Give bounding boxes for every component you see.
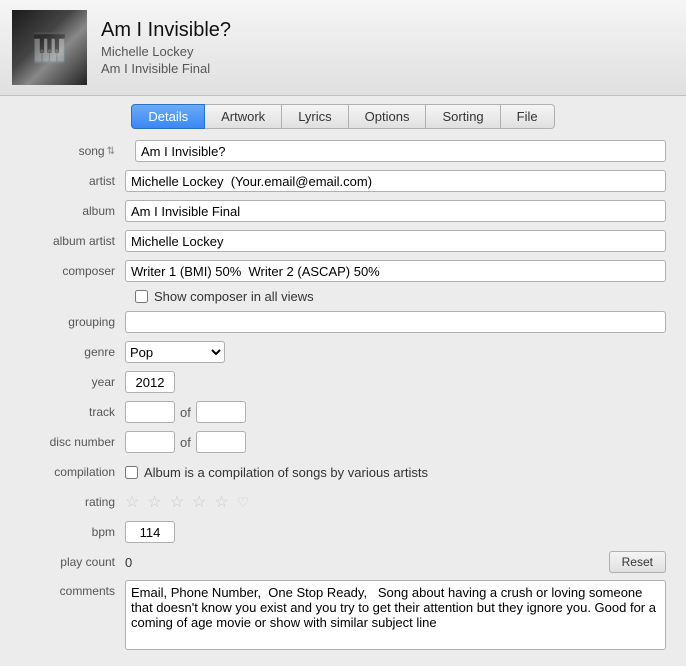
sort-indicator: ⇅ bbox=[107, 146, 115, 157]
heart-icon[interactable]: ♡ bbox=[237, 494, 250, 511]
star-2[interactable]: ☆ bbox=[147, 492, 163, 512]
form-area: song ⇅ artist album album artist compose… bbox=[0, 129, 686, 666]
year-label: year bbox=[20, 375, 125, 389]
album-art-icon: 🎹 bbox=[32, 31, 67, 64]
compilation-row: compilation Album is a compilation of so… bbox=[20, 460, 666, 484]
artist-row: artist bbox=[20, 169, 666, 193]
show-composer-row: Show composer in all views bbox=[20, 289, 666, 304]
rating-label: rating bbox=[20, 495, 125, 509]
grouping-input[interactable] bbox=[125, 311, 666, 333]
composer-row: composer bbox=[20, 259, 666, 283]
compilation-checkbox[interactable] bbox=[125, 466, 138, 479]
header-text: Am I Invisible? Michelle Lockey Am I Inv… bbox=[101, 19, 231, 76]
compilation-label: compilation bbox=[20, 465, 125, 479]
star-3[interactable]: ☆ bbox=[170, 492, 186, 512]
disc-of-input[interactable] bbox=[196, 431, 246, 453]
album-row: album bbox=[20, 199, 666, 223]
star-1[interactable]: ☆ bbox=[125, 492, 141, 512]
header-album: Am I Invisible Final bbox=[101, 61, 231, 76]
compilation-text: Album is a compilation of songs by vario… bbox=[144, 465, 428, 480]
tabs: Details Artwork Lyrics Options Sorting F… bbox=[0, 96, 686, 129]
composer-input[interactable] bbox=[125, 260, 666, 282]
tab-file[interactable]: File bbox=[501, 104, 555, 129]
track-of-input[interactable] bbox=[196, 401, 246, 423]
track-of: of bbox=[180, 405, 191, 420]
tab-lyrics[interactable]: Lyrics bbox=[282, 104, 348, 129]
bpm-input[interactable] bbox=[125, 521, 175, 543]
genre-row: genre Pop Rock Jazz Classical Country Hi… bbox=[20, 340, 666, 364]
tab-artwork[interactable]: Artwork bbox=[205, 104, 282, 129]
disc-of: of bbox=[180, 435, 191, 450]
artist-label: artist bbox=[20, 174, 125, 188]
reset-button[interactable]: Reset bbox=[609, 551, 666, 573]
bpm-row: bpm bbox=[20, 520, 666, 544]
play-count-value: 0 bbox=[125, 555, 609, 570]
rating-row: rating ☆ ☆ ☆ ☆ ☆ ♡ bbox=[20, 490, 666, 514]
show-composer-label: Show composer in all views bbox=[154, 289, 314, 304]
artist-input[interactable] bbox=[125, 170, 666, 192]
album-artist-row: album artist bbox=[20, 229, 666, 253]
track-row: track of bbox=[20, 400, 666, 424]
song-input[interactable] bbox=[135, 140, 666, 162]
year-row: year bbox=[20, 370, 666, 394]
song-label: song bbox=[79, 144, 105, 158]
album-input[interactable] bbox=[125, 200, 666, 222]
album-label: album bbox=[20, 204, 125, 218]
composer-label: composer bbox=[20, 264, 125, 278]
genre-label: genre bbox=[20, 345, 125, 359]
year-input[interactable] bbox=[125, 371, 175, 393]
album-artist-label: album artist bbox=[20, 234, 125, 248]
grouping-row: grouping bbox=[20, 310, 666, 334]
header-artist: Michelle Lockey bbox=[101, 44, 231, 59]
disc-number-input[interactable] bbox=[125, 431, 175, 453]
play-count-row: play count 0 Reset bbox=[20, 550, 666, 574]
star-5[interactable]: ☆ bbox=[214, 492, 230, 512]
grouping-label: grouping bbox=[20, 315, 125, 329]
tab-options[interactable]: Options bbox=[349, 104, 427, 129]
show-composer-checkbox[interactable] bbox=[135, 290, 148, 303]
header-title: Am I Invisible? bbox=[101, 19, 231, 42]
comments-label: comments bbox=[20, 580, 125, 598]
album-artist-input[interactable] bbox=[125, 230, 666, 252]
track-input[interactable] bbox=[125, 401, 175, 423]
song-row: song ⇅ bbox=[20, 139, 666, 163]
track-label: track bbox=[20, 405, 125, 419]
rating-control[interactable]: ☆ ☆ ☆ ☆ ☆ ♡ bbox=[125, 492, 249, 512]
play-count-label: play count bbox=[20, 555, 125, 569]
header: 🎹 Am I Invisible? Michelle Lockey Am I I… bbox=[0, 0, 686, 96]
album-art: 🎹 bbox=[12, 10, 87, 85]
genre-select[interactable]: Pop Rock Jazz Classical Country Hip-Hop … bbox=[125, 341, 225, 363]
disc-number-label: disc number bbox=[20, 435, 125, 449]
disc-number-row: disc number of bbox=[20, 430, 666, 454]
bpm-label: bpm bbox=[20, 525, 125, 539]
tab-sorting[interactable]: Sorting bbox=[426, 104, 500, 129]
tab-details[interactable]: Details bbox=[131, 104, 205, 129]
star-4[interactable]: ☆ bbox=[192, 492, 208, 512]
